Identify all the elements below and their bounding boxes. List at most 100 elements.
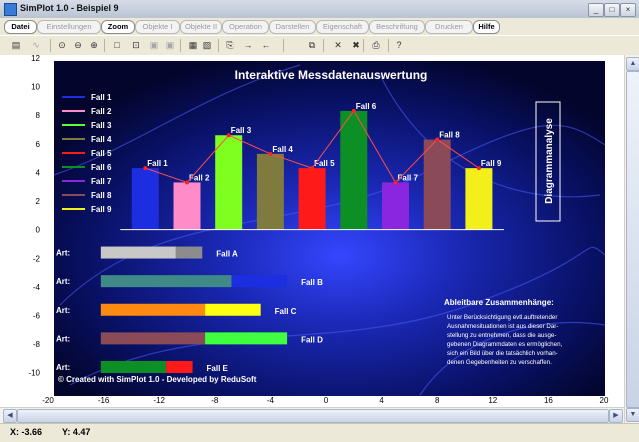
hbar-label: Fall C — [275, 307, 297, 316]
bar-fall-6[interactable] — [340, 110, 368, 230]
x-tick-label: 0 — [324, 396, 329, 405]
hbar-segment[interactable] — [100, 303, 206, 316]
zoom-icon[interactable]: ⊙ — [56, 39, 68, 51]
info-line: Unter Berücksichtigung evtl.auftretender — [447, 314, 557, 321]
frame-icon[interactable]: ▣ — [148, 39, 160, 51]
menu-objekte-i[interactable]: Objekte I — [135, 20, 180, 34]
vertical-label: Diagrammanalyse — [544, 118, 555, 204]
chart-canvas[interactable]: -20 -16 -12 -8 -4 0 4 8 12 16 20121086420-2-4-6-8-… — [0, 54, 624, 407]
scroll-left-icon[interactable]: ◀ — [3, 409, 17, 423]
art-label: Art: — [56, 363, 70, 372]
menu-datei[interactable]: Datei — [4, 20, 37, 34]
delete-all-icon[interactable]: ✖ — [350, 39, 362, 51]
bar-fall-3[interactable] — [215, 135, 243, 230]
bar-fall-9[interactable] — [465, 168, 493, 230]
x-tick-label: 20 — [600, 396, 609, 405]
menu-objekte-ii[interactable]: Objekte II — [180, 20, 222, 34]
hbar-label: Fall B — [301, 278, 323, 287]
art-label: Art: — [56, 306, 70, 315]
bar-fall-4[interactable] — [256, 153, 284, 230]
scroll-right-icon[interactable]: ▶ — [609, 409, 623, 423]
copy-icon[interactable]: ⧉ — [306, 39, 318, 51]
fit-icon[interactable]: ⊡ — [130, 39, 142, 51]
legend-label: Fall 2 — [91, 107, 112, 116]
scroll-up-icon[interactable]: ▲ — [626, 57, 639, 71]
help-icon[interactable]: ? — [393, 39, 405, 51]
menu-zoom[interactable]: Zoom — [101, 20, 135, 34]
x-tick-label: -4 — [267, 396, 275, 405]
maximize-button[interactable]: □ — [604, 3, 620, 17]
hbar-segment[interactable] — [175, 246, 203, 259]
info-line: sich ein Bild über die tatsächlich vorha… — [447, 350, 558, 357]
hbar-segment[interactable] — [231, 275, 288, 288]
bar-label: Fall 3 — [231, 126, 252, 135]
legend-label: Fall 4 — [91, 135, 112, 144]
rectangle-icon[interactable]: □ — [111, 39, 123, 51]
delete-icon[interactable]: ✕ — [332, 39, 344, 51]
scroll-down-icon[interactable]: ▼ — [626, 408, 639, 422]
app-icon — [4, 3, 17, 16]
hbar-segment[interactable] — [166, 360, 193, 373]
trend-point — [143, 166, 148, 171]
art-label: Art: — [56, 277, 70, 286]
plot-area[interactable]: -20 -16 -12 -8 -4 0 4 8 12 16 20 12 10 8 6 4 2 0 -2 -4 -6 -8-… — [0, 54, 624, 407]
menu-darstellen[interactable]: Darstellen — [269, 20, 316, 34]
toolbar-separator — [283, 39, 284, 52]
toolbar-separator — [388, 39, 389, 52]
close-button[interactable]: × — [620, 3, 636, 17]
menu-eigenschaft[interactable]: Eigenschaft — [316, 20, 369, 34]
zoom-out-icon[interactable]: ⊖ — [72, 39, 84, 51]
legend-label: Fall 5 — [91, 149, 112, 158]
bar-fall-5[interactable] — [298, 168, 326, 230]
bar-fall-1[interactable] — [131, 168, 159, 230]
toolbar-separator — [50, 39, 51, 52]
trend-point — [435, 137, 440, 142]
horizontal-scroll-thumb[interactable] — [17, 409, 609, 423]
status-y-coordinate: Y: 4.47 — [62, 427, 91, 437]
bar-label: Fall 9 — [481, 159, 502, 168]
arrow-right-icon[interactable]: → — [242, 39, 254, 51]
hbar-segment[interactable] — [100, 360, 167, 373]
y-tick-label: 10 — [31, 83, 40, 92]
bar-fall-7[interactable] — [382, 182, 409, 230]
calculator-icon[interactable]: ▤ — [10, 39, 22, 51]
hbar-segment[interactable] — [100, 246, 176, 259]
menu-hilfe[interactable]: Hilfe — [473, 20, 500, 34]
hbar-segment[interactable] — [100, 332, 206, 345]
bar-label: Fall 6 — [356, 102, 377, 111]
zoom-in-icon[interactable]: ⊕ — [88, 39, 100, 51]
hbar-segment[interactable] — [205, 303, 261, 316]
frame-alt-icon[interactable]: ▣ — [164, 39, 176, 51]
art-label: Art: — [56, 334, 70, 343]
toolbar-separator — [363, 39, 364, 52]
hbar-segment[interactable] — [100, 275, 232, 288]
vertical-scroll-thumb[interactable] — [626, 71, 639, 408]
bar-label: Fall 1 — [147, 159, 168, 168]
x-tick-label: -12 — [153, 396, 165, 405]
x-tick-label: 16 — [544, 396, 553, 405]
x-tick-label: 4 — [379, 396, 384, 405]
legend-label: Fall 8 — [91, 191, 112, 200]
curve-icon[interactable]: ∿ — [30, 39, 42, 51]
hbar-segment[interactable] — [205, 332, 288, 345]
paste-icon[interactable]: ⎘ — [224, 39, 236, 51]
window-title: SimPlot 1.0 - Beispiel 9 — [20, 3, 119, 13]
horizontal-scrollbar[interactable]: ◀ ▶ — [0, 407, 624, 424]
x-tick-label: -8 — [211, 396, 219, 405]
y-tick-label: -8 — [33, 340, 41, 349]
menu-einstellungen[interactable]: Einstellungen — [37, 20, 101, 34]
menu-operation[interactable]: Operation — [222, 20, 269, 34]
vertical-scrollbar[interactable]: ▲ ▼ — [624, 55, 639, 423]
grid-icon[interactable]: ▦ — [187, 39, 199, 51]
hbar-label: Fall D — [301, 335, 323, 344]
minimize-button[interactable]: _ — [588, 3, 604, 17]
menu-beschriftung[interactable]: Beschriftung — [369, 20, 425, 34]
y-tick-label: 12 — [31, 55, 40, 63]
menu-drucken[interactable]: Drucken — [425, 20, 473, 34]
y-tick-label: -2 — [33, 254, 41, 263]
image-icon[interactable]: ▧ — [201, 39, 213, 51]
arrow-left-icon[interactable]: ← — [260, 39, 272, 51]
bar-fall-8[interactable] — [423, 139, 451, 230]
print-icon[interactable]: ⎙ — [370, 39, 382, 51]
bar-fall-2[interactable] — [173, 182, 201, 230]
